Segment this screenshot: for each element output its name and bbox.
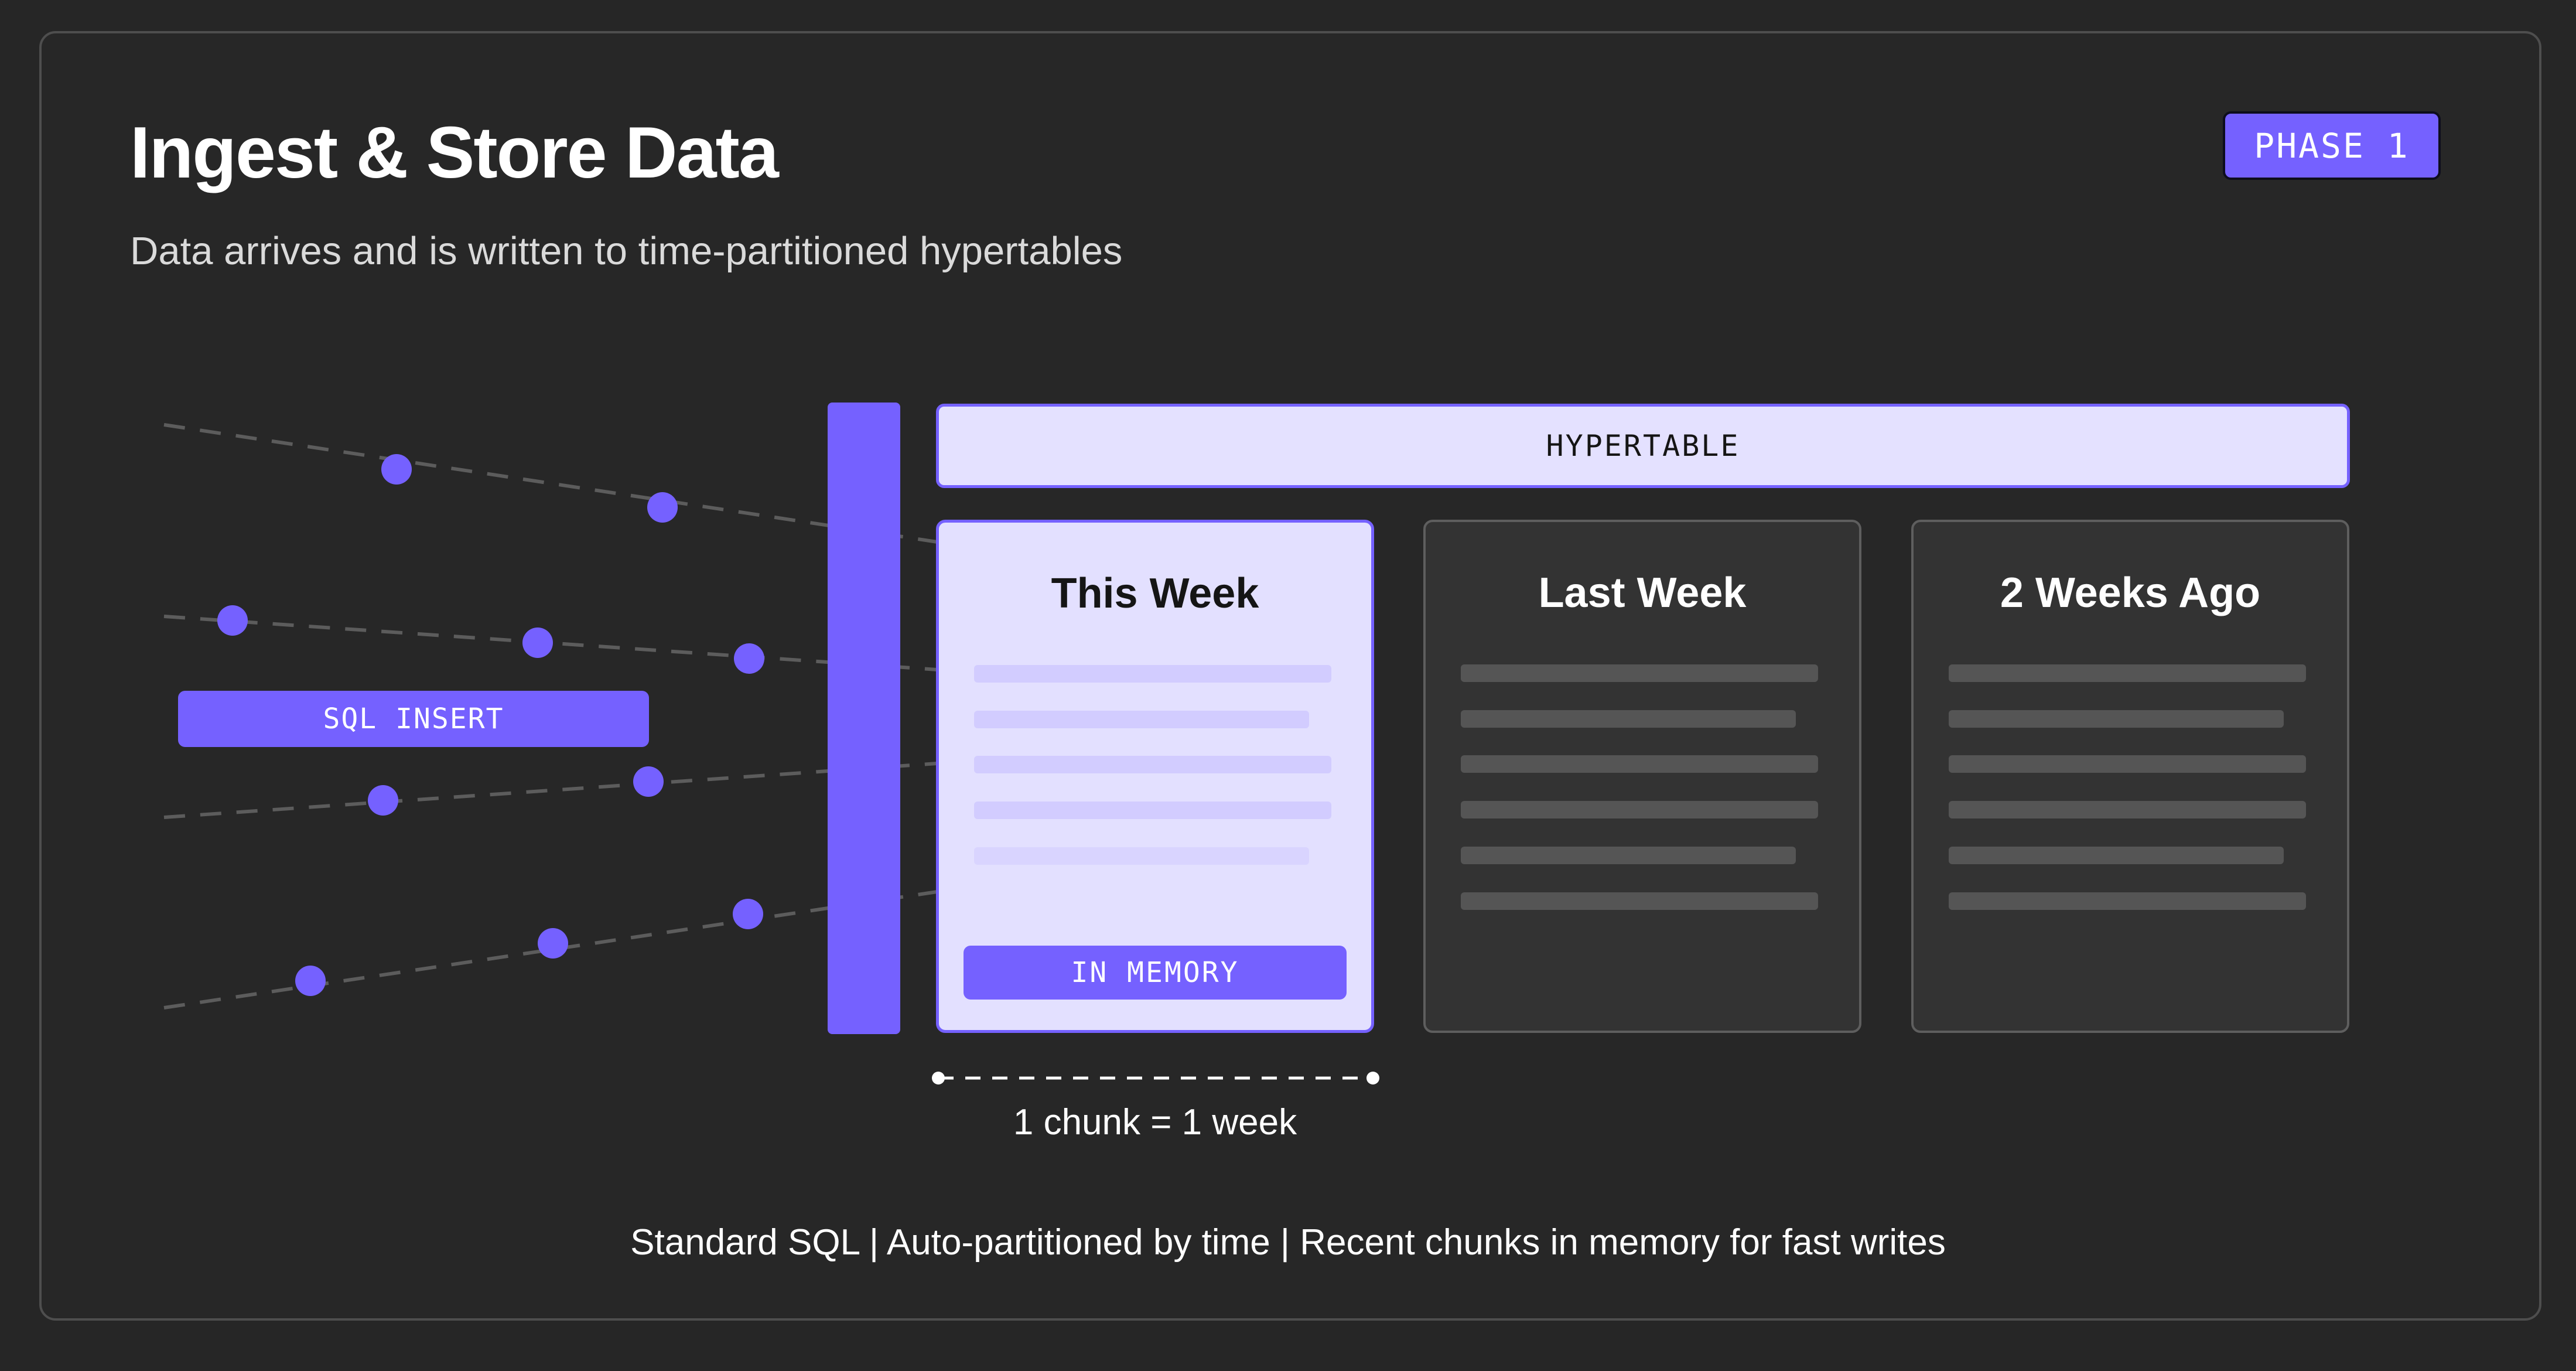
hypertable-header: HYPERTABLE xyxy=(936,404,2350,488)
ingest-bar xyxy=(828,403,900,1034)
diagram-root: Ingest & Store Data Data arrives and is … xyxy=(0,0,2576,1371)
chunk-span-end xyxy=(1366,1072,1379,1084)
data-point xyxy=(633,766,664,797)
chunk-2-weeks-ago: 2 Weeks Ago xyxy=(1911,520,2349,1033)
row-placeholder xyxy=(1949,755,2306,773)
chunk-title: This Week xyxy=(1051,570,1259,617)
row-placeholder xyxy=(1461,801,1818,818)
chunk-span-start xyxy=(932,1072,945,1084)
row-placeholder xyxy=(974,665,1331,683)
data-point xyxy=(538,928,568,959)
data-point xyxy=(217,605,248,636)
in-memory-badge: IN MEMORY xyxy=(964,946,1347,1000)
row-placeholder xyxy=(1949,664,2306,682)
row-placeholder xyxy=(974,711,1309,728)
data-point xyxy=(522,627,553,658)
chunk-this-week: This Week IN MEMORY xyxy=(936,520,1374,1033)
row-placeholder xyxy=(1949,710,2284,728)
footer-caption: Standard SQL | Auto-partitioned by time … xyxy=(630,1222,1946,1263)
row-placeholder xyxy=(1461,710,1796,728)
chunk-last-week: Last Week xyxy=(1423,520,1861,1033)
data-point xyxy=(647,492,678,523)
row-placeholder xyxy=(974,802,1331,819)
sql-insert-label: SQL INSERT xyxy=(178,691,649,747)
row-placeholder xyxy=(1461,664,1818,682)
chunk-size-label: 1 chunk = 1 week xyxy=(1013,1102,1297,1142)
data-point xyxy=(733,899,763,929)
row-placeholder xyxy=(1461,755,1818,773)
flow-line xyxy=(163,423,938,544)
flow-line xyxy=(163,762,938,819)
row-placeholder xyxy=(1461,847,1796,864)
data-point xyxy=(295,966,326,996)
row-placeholder xyxy=(1949,847,2284,864)
row-placeholder xyxy=(974,756,1331,773)
row-placeholder xyxy=(974,847,1309,865)
chunk-title: 2 Weeks Ago xyxy=(2000,569,2261,616)
row-placeholder xyxy=(1949,801,2306,818)
data-point xyxy=(734,643,764,674)
row-placeholder xyxy=(1461,892,1818,910)
chunk-title: Last Week xyxy=(1538,569,1747,616)
data-point xyxy=(368,785,398,816)
data-point xyxy=(381,454,412,485)
row-placeholder xyxy=(1949,892,2306,910)
